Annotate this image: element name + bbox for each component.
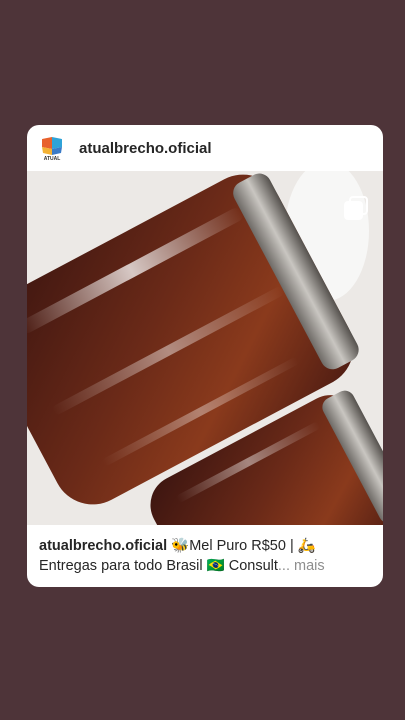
avatar[interactable]: ATUAL <box>38 135 66 163</box>
more-link[interactable]: mais <box>294 558 325 574</box>
post-photo[interactable] <box>27 171 383 525</box>
caption-username[interactable]: atualbrecho.oficial <box>39 538 167 554</box>
brand-logo: ATUAL <box>38 135 66 163</box>
post-header: ATUAL atualbrecho.oficial <box>27 125 383 171</box>
carousel-icon <box>343 195 369 221</box>
svg-text:ATUAL: ATUAL <box>44 156 61 162</box>
caption-ellipsis: ... <box>277 558 290 574</box>
post-caption[interactable]: atualbrecho.oficial 🐝Mel Puro R$50 | 🛵 E… <box>39 536 373 576</box>
username-link[interactable]: atualbrecho.oficial <box>79 140 212 157</box>
post-card[interactable]: ATUAL atualbrecho.oficial atualbrecho.of… <box>27 125 383 587</box>
honey-jars-image <box>27 171 383 525</box>
caption-text-line2: Entregas para todo Brasil 🇧🇷 Consult <box>39 558 278 574</box>
caption-text-line1: 🐝Mel Puro R$50 | 🛵 <box>171 538 316 554</box>
